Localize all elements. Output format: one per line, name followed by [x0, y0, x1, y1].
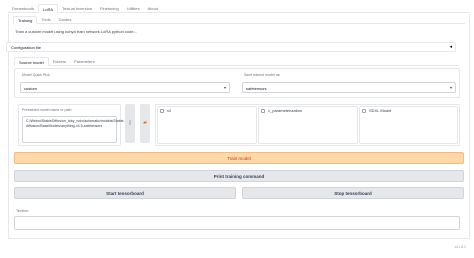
- tab-textual-inversion[interactable]: Textual Inversion: [58, 4, 96, 13]
- tab-guides[interactable]: Guides: [55, 16, 76, 24]
- output-textbox[interactable]: [14, 216, 460, 230]
- checkbox-box[interactable]: [362, 108, 366, 113]
- config-file-label: Configuration file: [11, 45, 42, 50]
- model-quick-pick-select[interactable]: custom ▾: [20, 82, 230, 93]
- tab-finetuning[interactable]: Finetuning: [96, 4, 123, 13]
- checkbox-box[interactable]: [160, 108, 164, 113]
- tab-about[interactable]: About: [144, 4, 162, 13]
- document-icon: ▯: [128, 120, 132, 126]
- tab-source-model[interactable]: Source model: [14, 57, 49, 66]
- tab-training[interactable]: Training: [13, 16, 38, 24]
- main-tab-bar: Dreambooth LoRA Textual Inversion Finetu…: [8, 4, 470, 13]
- config-file-accordion[interactable]: Configuration file ◂: [6, 42, 456, 52]
- sdxl-model-label: SDXL Model: [369, 108, 392, 113]
- print-training-command-button[interactable]: Print training command: [14, 170, 464, 182]
- model-quick-pick-label: Model Quick Pick: [22, 73, 50, 77]
- tab-dreambooth[interactable]: Dreambooth: [8, 4, 38, 13]
- source-tab-bar: Source model Folders Parameters: [14, 57, 458, 66]
- tab-parameters[interactable]: Parameters: [70, 57, 99, 66]
- v-parameterization-label: v_parameterization: [268, 108, 303, 113]
- v2-label: v2: [167, 108, 172, 113]
- start-tensorboard-button[interactable]: Start tensorboard: [14, 187, 236, 199]
- stop-tensorboard-button[interactable]: Stop tensorboard: [242, 187, 464, 199]
- save-model-as-label: Save trained model as: [244, 73, 280, 77]
- tab-utilities[interactable]: Utilities: [123, 4, 144, 13]
- save-model-as-select[interactable]: safetensors ▾: [242, 82, 456, 93]
- model-quick-pick-value: custom: [24, 86, 37, 91]
- folder-picker-button[interactable]: ▰: [140, 104, 150, 143]
- tab-folders[interactable]: Folders: [49, 57, 70, 66]
- train-model-button[interactable]: Train model: [14, 152, 464, 164]
- collapse-arrow-icon[interactable]: ◂: [449, 44, 452, 50]
- sdxl-model-checkbox[interactable]: SDXL Model: [362, 108, 391, 113]
- folder-icon: ▰: [143, 120, 147, 126]
- v2-checkbox[interactable]: v2: [160, 108, 171, 113]
- textbox-label: Textbox: [16, 209, 29, 213]
- tab-lora[interactable]: LoRA: [38, 4, 59, 13]
- v-parameterization-checkbox[interactable]: v_parameterization: [261, 108, 302, 113]
- tab-tools[interactable]: Tools: [37, 16, 54, 24]
- panel-description: Train a custom model using kohya train n…: [15, 29, 137, 34]
- pretrained-path-label: Pretrained model name or path: [22, 108, 72, 112]
- chevron-down-icon: ▾: [223, 85, 226, 90]
- checkbox-box[interactable]: [261, 108, 265, 113]
- sub-tab-bar: Training Tools Guides: [13, 16, 465, 24]
- pretrained-path-input[interactable]: C:/Webui/StableDiffusion_tuky_nolo/autom…: [22, 116, 125, 143]
- save-model-as-value: safetensors: [246, 86, 267, 91]
- chevron-down-icon: ▾: [449, 85, 452, 90]
- v2-cell: [157, 106, 257, 144]
- file-picker-button[interactable]: ▯: [125, 104, 135, 143]
- version-label: v21.8.2: [454, 245, 466, 249]
